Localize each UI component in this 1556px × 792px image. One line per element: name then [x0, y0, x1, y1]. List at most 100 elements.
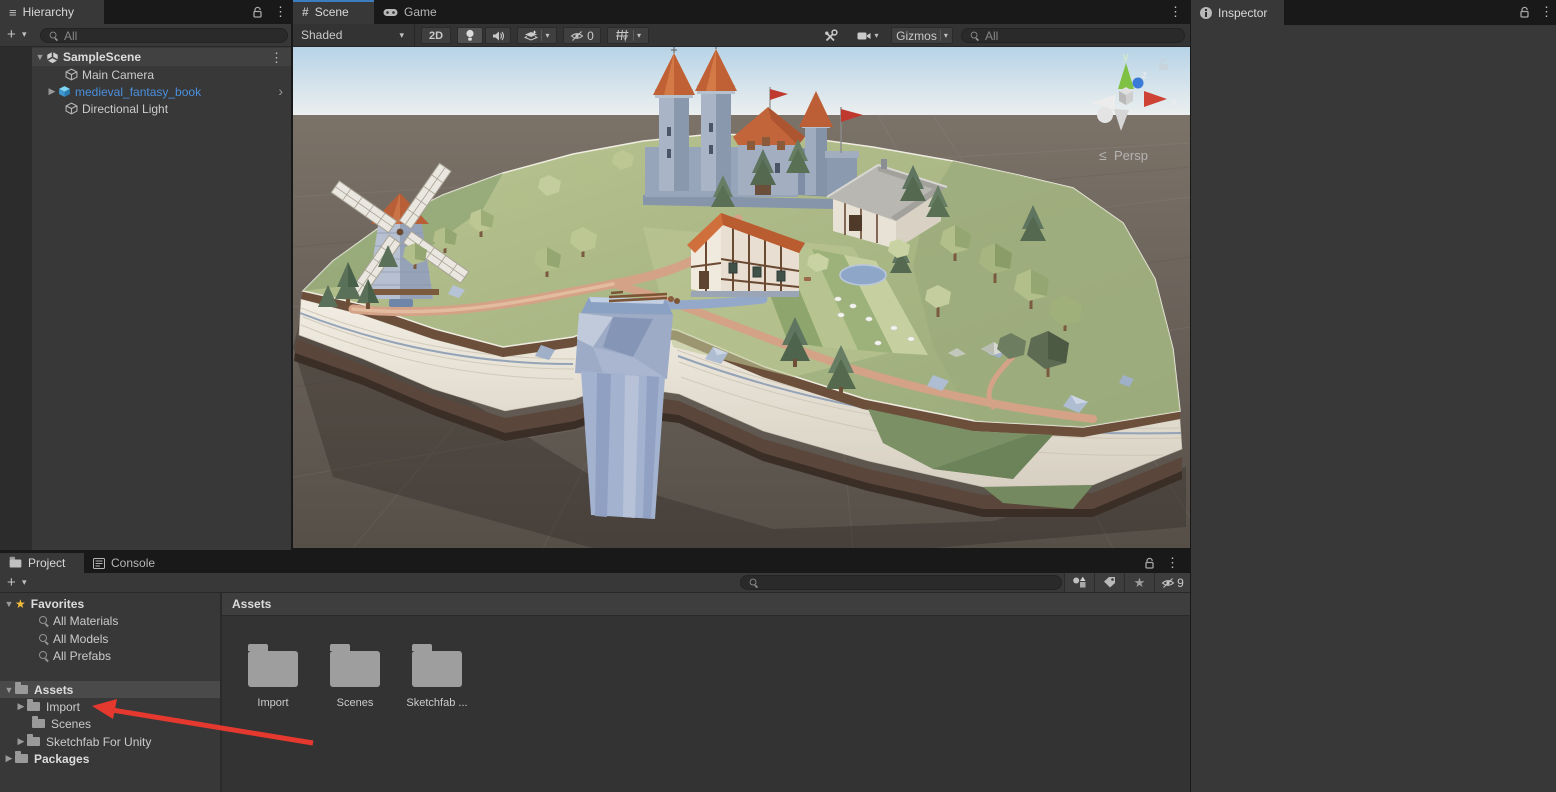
project-toolbar: + ▾ ★ 9 [0, 573, 1190, 593]
inspector-panel: Inspector ⋮ [1191, 0, 1556, 792]
project-more-icon[interactable]: ⋮ [1166, 556, 1179, 569]
hierarchy-row-samplescene[interactable]: ▼ SampleScene ⋮ [32, 48, 291, 66]
lock-icon[interactable] [1519, 6, 1530, 19]
hierarchy-item-label: Main Camera [82, 68, 154, 82]
assets-root-label: Assets [34, 683, 73, 697]
foldout-icon[interactable]: ▼ [3, 685, 15, 695]
hierarchy-more-icon[interactable]: ⋮ [274, 5, 287, 18]
tree-item-favorites[interactable]: ▼ ★ Favorites [0, 595, 220, 612]
inspector-more-icon[interactable]: ⋮ [1540, 5, 1553, 18]
console-tab-label: Console [111, 556, 155, 570]
svg-text:x: x [1171, 96, 1177, 108]
project-panel: Project Console ⋮ + ▾ ★ 9 ▼ ★ [0, 553, 1190, 792]
lock-icon[interactable] [1144, 557, 1155, 570]
scene-more-icon[interactable]: ⋮ [1169, 5, 1182, 18]
tree-item-import[interactable]: ▶ Import [0, 698, 220, 715]
scene-visibility-button[interactable]: 0 [563, 27, 601, 44]
tab-inspector[interactable]: Inspector [1191, 0, 1284, 25]
camera-settings-button[interactable]: ▾ [849, 27, 887, 44]
hierarchy-row-main-camera[interactable]: Main Camera [32, 66, 291, 83]
gizmos-dropdown-button[interactable]: Gizmos ▾ [891, 27, 953, 44]
tree-item-all-materials[interactable]: All Materials [0, 612, 220, 629]
wrench-icon [824, 29, 838, 43]
project-tabbar: Project Console ⋮ [0, 553, 1190, 573]
scene-tab-label: Scene [315, 5, 349, 19]
audio-toggle-button[interactable] [485, 27, 511, 44]
scene-viewport[interactable]: y z x ≤ Persp [293, 47, 1190, 548]
divider [940, 30, 941, 41]
tree-item-all-models[interactable]: All Models [0, 630, 220, 647]
create-caret-icon[interactable]: ▾ [22, 577, 27, 588]
tree-item-sketchfab-for-unity[interactable]: ▶ Sketchfab For Unity [0, 733, 220, 750]
grid-visibility-button[interactable]: Y ▾ [607, 27, 649, 44]
foldout-icon[interactable]: ▼ [34, 52, 46, 62]
gameobject-icon [65, 68, 78, 81]
shading-mode-dropdown[interactable]: Shaded ▾ [293, 24, 415, 46]
effects-dropdown-button[interactable]: ▾ [517, 27, 557, 44]
hierarchy-toolbar: + ▾ All [0, 24, 291, 47]
asset-tile-label: Scenes [315, 697, 395, 709]
svg-text:y: y [1123, 51, 1129, 63]
favorites-filter-button[interactable]: ★ [1124, 573, 1154, 592]
project-visibility-button[interactable]: 9 [1154, 573, 1190, 592]
divider [541, 30, 542, 41]
hierarchy-menu-icon: ≡ [9, 5, 17, 20]
hierarchy-search-input[interactable]: All [40, 28, 288, 43]
expand-chevron-icon[interactable]: › [278, 83, 283, 99]
hidden-count: 0 [587, 29, 594, 43]
hierarchy-search-placeholder: All [64, 29, 77, 43]
persp-label[interactable]: ≤ Persp [1099, 147, 1148, 163]
search-icon [38, 615, 49, 626]
tree-item-all-prefabs[interactable]: All Prefabs [0, 647, 220, 664]
foldout-icon[interactable]: ▶ [15, 701, 27, 712]
speaker-icon [492, 30, 505, 42]
gizmos-label: Gizmos [896, 29, 937, 43]
tab-console[interactable]: Console [84, 553, 168, 573]
foldout-icon[interactable]: ▶ [15, 736, 27, 747]
toggle-2d-label: 2D [429, 30, 443, 42]
hierarchy-row-medieval-fantasy-book[interactable]: ▶ medieval_fantasy_book › [32, 83, 291, 100]
tree-item-packages[interactable]: ▶ Packages [0, 750, 220, 767]
tag-icon [1103, 576, 1116, 589]
foldout-icon[interactable]: ▶ [46, 86, 58, 97]
tab-project[interactable]: Project [0, 553, 84, 573]
tab-hierarchy[interactable]: ≡ Hierarchy [0, 0, 104, 24]
tree-item-assets[interactable]: ▼ Assets [0, 681, 220, 698]
search-by-label-button[interactable] [1094, 573, 1124, 592]
search-icon [970, 31, 979, 40]
tab-scene[interactable]: # Scene [293, 0, 374, 24]
foldout-icon[interactable]: ▼ [3, 599, 15, 609]
scene-options-icon[interactable]: ⋮ [270, 51, 283, 64]
shading-caret-icon: ▾ [399, 30, 404, 41]
search-icon [49, 31, 58, 40]
project-search-input[interactable] [740, 575, 1062, 590]
tree-item-scenes[interactable]: Scenes [0, 715, 220, 732]
hierarchy-item-label: Directional Light [82, 102, 168, 116]
tools-button[interactable] [817, 27, 845, 44]
create-button[interactable]: + [7, 26, 16, 43]
tree-item-label: All Prefabs [53, 649, 111, 663]
asset-tile-label: Import [233, 697, 313, 709]
lighting-toggle-button[interactable] [457, 27, 483, 44]
scene-tabbar: # Scene Game ⋮ [293, 0, 1190, 24]
toggle-2d-button[interactable]: 2D [421, 27, 451, 44]
lock-icon[interactable] [252, 6, 263, 19]
unity-scene-icon [46, 51, 59, 64]
inspector-tabbar: Inspector ⋮ [1191, 0, 1556, 25]
search-by-type-button[interactable] [1064, 573, 1094, 592]
create-button[interactable]: + [7, 574, 16, 591]
svg-text:Y: Y [623, 37, 628, 43]
hierarchy-item-label: medieval_fantasy_book [75, 85, 201, 99]
effects-caret-icon: ▾ [545, 31, 549, 40]
tab-game[interactable]: Game [374, 0, 454, 24]
gamepad-icon [383, 8, 398, 17]
scene-3d-render: y z x ≤ Persp [293, 47, 1190, 548]
scene-search-input[interactable]: All [961, 28, 1185, 43]
foldout-icon[interactable]: ▶ [3, 753, 15, 764]
create-caret-icon[interactable]: ▾ [22, 29, 27, 40]
svg-text:z: z [1142, 70, 1147, 81]
hierarchy-row-directional-light[interactable]: Directional Light [32, 100, 291, 117]
favorites-label: Favorites [31, 597, 84, 611]
search-icon [38, 650, 49, 661]
shading-mode-label: Shaded [301, 28, 342, 42]
